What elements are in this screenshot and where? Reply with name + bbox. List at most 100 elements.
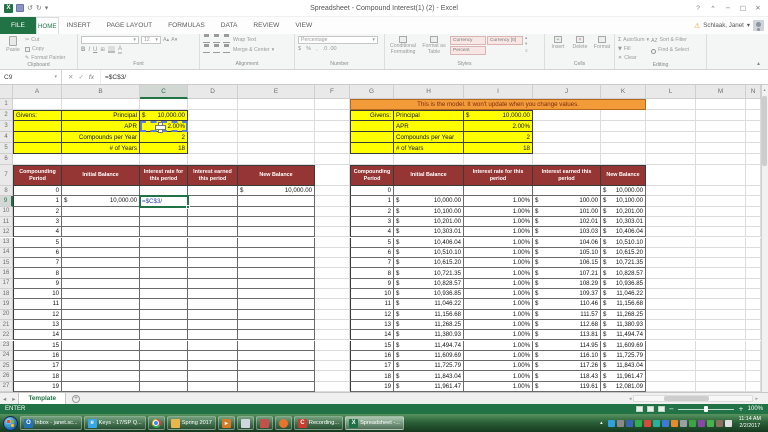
- cell-F10[interactable]: [315, 207, 350, 217]
- cell-L12[interactable]: [646, 227, 696, 237]
- cell-N15[interactable]: [746, 258, 761, 268]
- cell-G15[interactable]: 7: [350, 258, 394, 268]
- cell-C16[interactable]: [140, 268, 188, 278]
- cell-B11[interactable]: [62, 217, 140, 227]
- row-header-8[interactable]: 8: [0, 186, 13, 196]
- ribbon-tab-home[interactable]: HOME: [36, 17, 59, 34]
- align-center-icon[interactable]: [213, 47, 220, 53]
- row-header-3[interactable]: 3: [0, 121, 13, 132]
- cell-N5[interactable]: [746, 143, 761, 154]
- cell-M10[interactable]: [696, 207, 746, 217]
- cell-K21[interactable]: $11,380.93: [601, 320, 646, 330]
- model-note-banner[interactable]: This is the model. It won't update when …: [350, 99, 646, 110]
- cell-L16[interactable]: [646, 268, 696, 278]
- prev-sheet-arrow[interactable]: ◂: [0, 395, 9, 403]
- cell-I26[interactable]: 1.00%: [464, 371, 533, 381]
- cell-E23[interactable]: [238, 341, 315, 351]
- cell-N1[interactable]: [746, 99, 761, 110]
- align-left-icon[interactable]: [203, 47, 210, 53]
- cell-K18[interactable]: $11,046.22: [601, 289, 646, 299]
- cell-I12[interactable]: 1.00%: [464, 227, 533, 237]
- cell-N17[interactable]: [746, 279, 761, 289]
- cell-J25[interactable]: $117.26: [533, 361, 601, 371]
- cell-B12[interactable]: [62, 227, 140, 237]
- cell-E17[interactable]: [238, 279, 315, 289]
- cell-I18[interactable]: 1.00%: [464, 289, 533, 299]
- cell-J23[interactable]: $114.95: [533, 341, 601, 351]
- cell-G6[interactable]: [350, 154, 394, 165]
- cell-A27[interactable]: 19: [13, 382, 62, 392]
- row-header-15[interactable]: 15: [0, 258, 13, 268]
- taskbar-button-media-player[interactable]: ▸: [218, 416, 235, 430]
- cell-G21[interactable]: 13: [350, 320, 394, 330]
- cell-N25[interactable]: [746, 361, 761, 371]
- page-break-view-icon[interactable]: [658, 406, 665, 412]
- cell-H27[interactable]: $11,961.47: [394, 382, 464, 392]
- cell-F11[interactable]: [315, 217, 350, 227]
- cell-H14[interactable]: $10,510.10: [394, 248, 464, 258]
- cell-L24[interactable]: [646, 351, 696, 361]
- cell-N21[interactable]: [746, 320, 761, 330]
- cell-E10[interactable]: [238, 207, 315, 217]
- cell-A21[interactable]: 13: [13, 320, 62, 330]
- taskbar-button-firefox[interactable]: [275, 416, 292, 430]
- bold-button[interactable]: B: [81, 47, 85, 53]
- cell-G18[interactable]: 10: [350, 289, 394, 299]
- cell-J16[interactable]: $107.21: [533, 268, 601, 278]
- cell-H23[interactable]: $11,494.74: [394, 341, 464, 351]
- cell-H11[interactable]: $10,201.00: [394, 217, 464, 227]
- taskbar-button-folder[interactable]: Spring 2017: [167, 416, 216, 430]
- column-header-C[interactable]: C: [140, 85, 188, 99]
- cell-K24[interactable]: $11,725.79: [601, 351, 646, 361]
- cell-J14[interactable]: $105.10: [533, 248, 601, 258]
- ribbon-options-button[interactable]: ^: [706, 2, 720, 15]
- row-header-20[interactable]: 20: [0, 310, 13, 320]
- cell-B26[interactable]: [62, 371, 140, 381]
- cell-C19[interactable]: [140, 299, 188, 309]
- user-account[interactable]: ⚠ Schlaak, Janet ▾: [694, 17, 768, 34]
- cell-L14[interactable]: [646, 248, 696, 258]
- cell-E19[interactable]: [238, 299, 315, 309]
- cell-F12[interactable]: [315, 227, 350, 237]
- cell-L23[interactable]: [646, 341, 696, 351]
- cell-B20[interactable]: [62, 310, 140, 320]
- cell-M4[interactable]: [696, 132, 746, 143]
- grow-font-button[interactable]: A▴: [163, 36, 169, 44]
- column-header-H[interactable]: H: [394, 85, 464, 99]
- cell-L20[interactable]: [646, 310, 696, 320]
- right-table-header-0[interactable]: Compounding Period: [350, 165, 394, 186]
- enter-formula-button[interactable]: ✓: [78, 73, 83, 81]
- cell-E2[interactable]: [238, 110, 315, 121]
- cell-D10[interactable]: [188, 207, 238, 217]
- decimal-buttons[interactable]: .0 .00: [323, 46, 337, 52]
- tray-icon-14[interactable]: [725, 420, 732, 427]
- cell-G20[interactable]: 12: [350, 310, 394, 320]
- tray-icon-11[interactable]: [698, 420, 705, 427]
- tray-icon-1[interactable]: [608, 420, 615, 427]
- cell-M16[interactable]: [696, 268, 746, 278]
- cell-I20[interactable]: 1.00%: [464, 310, 533, 320]
- cell-A16[interactable]: 8: [13, 268, 62, 278]
- copy-button[interactable]: Copy: [25, 45, 66, 53]
- show-hidden-icons-chevron[interactable]: ▴: [598, 420, 605, 426]
- cell-N11[interactable]: [746, 217, 761, 227]
- cell-E8[interactable]: $10,000.00: [238, 186, 315, 196]
- cell-A11[interactable]: 3: [13, 217, 62, 227]
- cell-N22[interactable]: [746, 330, 761, 340]
- cell-L10[interactable]: [646, 207, 696, 217]
- cell-E6[interactable]: [238, 154, 315, 165]
- active-cell-C9[interactable]: =$C$3/: [139, 195, 189, 207]
- cell-J2[interactable]: [533, 110, 601, 121]
- cell-B6[interactable]: [62, 154, 140, 165]
- cell-H15[interactable]: $10,615.20: [394, 258, 464, 268]
- cell-B15[interactable]: [62, 258, 140, 268]
- tray-icon-10[interactable]: [689, 420, 696, 427]
- cell-C5[interactable]: 18: [140, 143, 188, 154]
- cell-J6[interactable]: [533, 154, 601, 165]
- row-header-23[interactable]: 23: [0, 341, 13, 351]
- autosum-button[interactable]: ΣAutoSum▾: [618, 36, 649, 44]
- cell-J21[interactable]: $112.68: [533, 320, 601, 330]
- cell-H2[interactable]: Principal: [394, 110, 464, 121]
- left-table-header-2[interactable]: Interest rate for this period: [140, 165, 188, 186]
- cell-K6[interactable]: [601, 154, 646, 165]
